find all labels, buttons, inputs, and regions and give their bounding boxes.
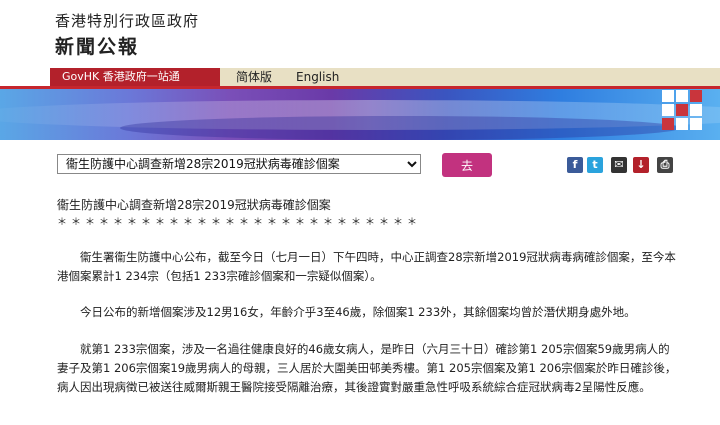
masthead: 香港特別行政區政府 新聞公報 (0, 0, 720, 68)
simplified-chinese-link[interactable]: 简体版 (236, 68, 272, 86)
english-link[interactable]: English (296, 68, 339, 86)
article-headline: 衞生防護中心調查新增28宗2019冠狀病毒確診個案 (57, 198, 331, 212)
print-icon[interactable]: ⎙ (657, 157, 673, 173)
article-title-select[interactable]: 衞生防護中心調查新增28宗2019冠狀病毒確診個案 (57, 154, 421, 174)
govhk-link[interactable]: GovHK 香港政府一站通 (50, 68, 220, 86)
banner-wave-shadow (120, 116, 680, 140)
top-navigation: GovHK 香港政府一站通 简体版 English (0, 68, 720, 86)
go-button[interactable]: 去 (442, 153, 492, 177)
header-banner (0, 86, 720, 140)
site-title[interactable]: 新聞公報 (55, 32, 139, 59)
email-icon[interactable]: ✉ (611, 157, 627, 173)
banner-red-line (0, 86, 720, 89)
download-icon[interactable]: ↓ (633, 157, 649, 173)
article-paragraph: 衞生署衞生防護中心公布，截至今日（七月一日）下午四時，中心正調查28宗新增201… (57, 250, 676, 283)
grid-logo-icon (662, 90, 702, 130)
article-toolbar: 衞生防護中心調查新增28宗2019冠狀病毒確診個案 去 f t ✉ ↓ ⎙ (0, 140, 720, 186)
facebook-icon[interactable]: f (567, 157, 583, 173)
department-name: 香港特別行政區政府 (55, 12, 200, 30)
headline-separator: ＊＊＊＊＊＊＊＊＊＊＊＊＊＊＊＊＊＊＊＊＊＊＊＊＊＊ (57, 217, 421, 228)
twitter-icon[interactable]: t (587, 157, 603, 173)
article-paragraph: 就第1 233宗個案，涉及一名過往健康良好的46歲女病人，是昨日（六月三十日）確… (57, 342, 677, 394)
article-paragraph: 今日公布的新增個案涉及12男16女，年齡介乎3至46歲，除個案1 233外，其餘… (80, 305, 636, 319)
